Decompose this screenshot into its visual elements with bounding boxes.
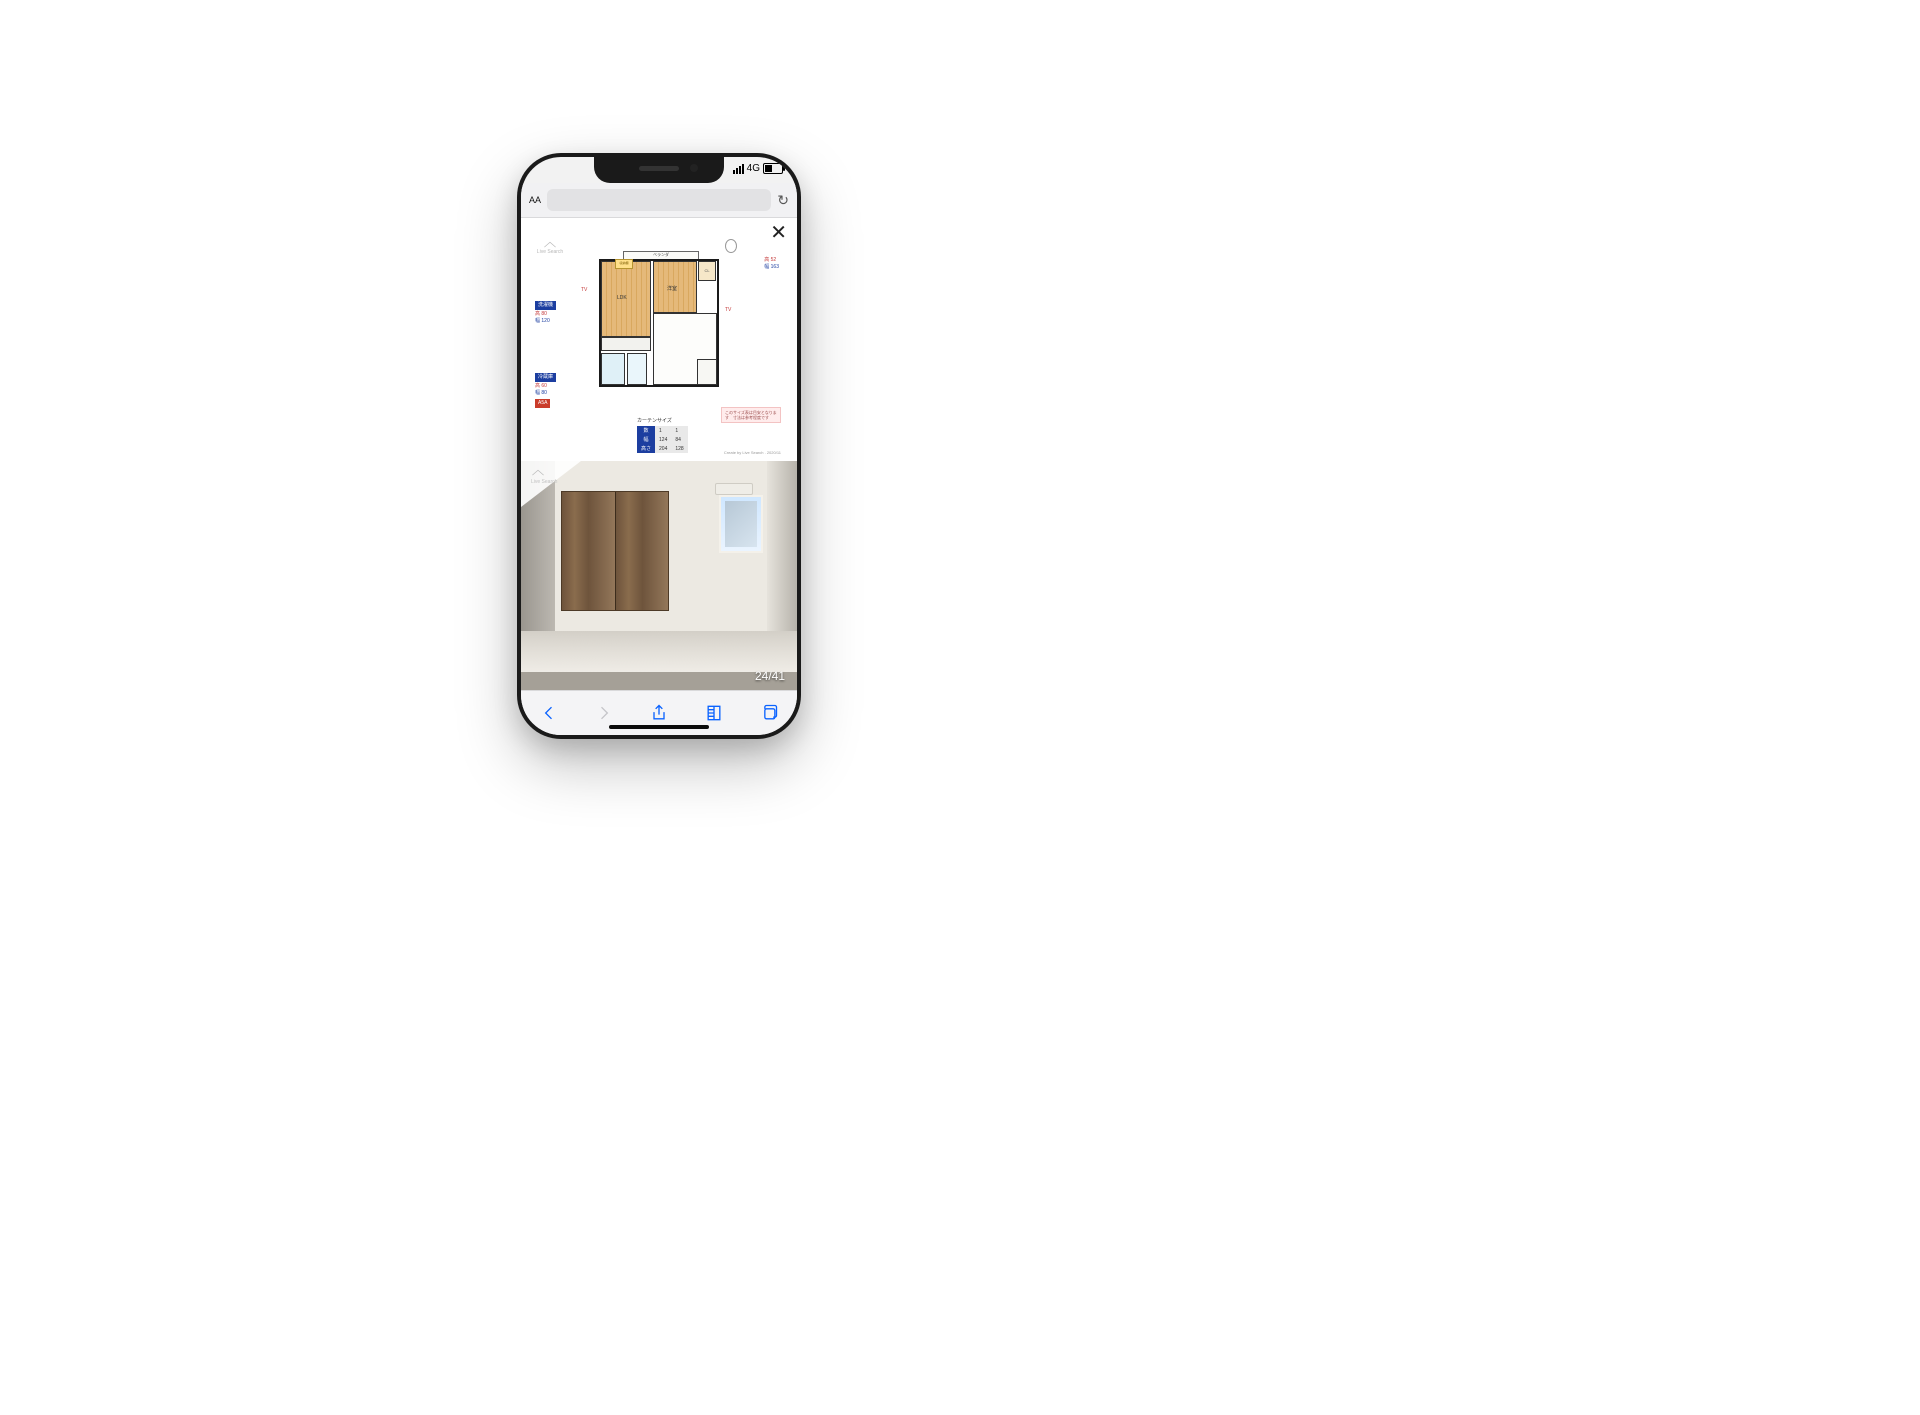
closet-label: CL [698, 261, 716, 281]
air-conditioner [715, 483, 753, 495]
url-field[interactable] [547, 189, 771, 211]
signal-bars-icon [733, 164, 744, 174]
phone-frame: 4G AA ↻ ✕ Live Search [517, 153, 801, 739]
text-size-button[interactable]: AA [529, 194, 541, 206]
curtain-size-table: カーテンサイズ 数11 幅12484 高さ204128 [637, 417, 688, 453]
room-photo[interactable]: Live Search 24/41 [521, 461, 797, 691]
storage-label: 収納棚 [615, 259, 633, 269]
yoshitsu-label: 洋室 [667, 285, 677, 292]
compass-icon [725, 239, 737, 253]
annot-fridge: 冷蔵庫 高 60 幅 80 A5A [535, 373, 556, 408]
annot-washer: 洗濯機 高 80 幅 120 [535, 301, 556, 325]
brand-logo: Live Search [535, 241, 565, 257]
page-content: ✕ Live Search 高 52 幅 163 洗濯機 [521, 217, 797, 691]
photo-brand-logo: Live Search [531, 469, 557, 485]
credit-text: Create by Live Search . 2020/11 [724, 450, 781, 455]
tabs-button[interactable] [752, 696, 786, 730]
closet-doors [561, 491, 669, 611]
floorplan-panel[interactable]: Live Search 高 52 幅 163 洗濯機 高 80 幅 120 [521, 217, 797, 461]
back-button[interactable] [532, 696, 566, 730]
battery-icon [763, 163, 783, 174]
floorplan-drawing: ベランダ CL 収納棚 LDK 洋室 [599, 259, 719, 387]
window [719, 495, 763, 553]
network-label: 4G [747, 163, 760, 174]
size-note: このサイズ表は目安となります 寸法は参考程度です [721, 407, 781, 423]
tv-label-right: TV [725, 307, 731, 313]
ldk-label: LDK [617, 295, 627, 301]
tv-label-left: TV [581, 287, 587, 293]
phone-screen: 4G AA ↻ ✕ Live Search [521, 157, 797, 735]
phone-notch [594, 157, 724, 183]
home-indicator[interactable] [609, 725, 709, 729]
photo-counter: 24/41 [755, 669, 785, 683]
close-button[interactable]: ✕ [770, 223, 787, 243]
reload-button[interactable]: ↻ [777, 192, 789, 209]
safari-address-bar: AA ↻ [521, 183, 797, 218]
annot-window-size: 高 52 幅 163 [764, 257, 779, 271]
